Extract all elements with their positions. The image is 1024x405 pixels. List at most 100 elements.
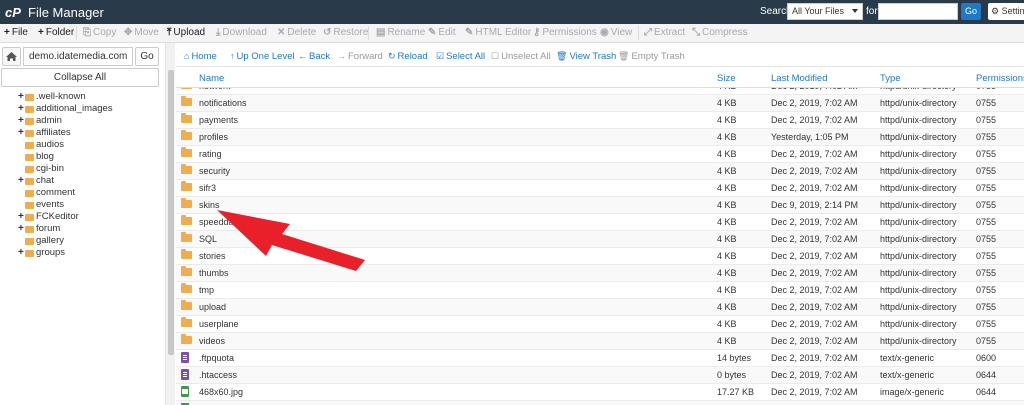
table-row[interactable]: thumbs 4 KB Dec 2, 2019, 7:02 AM httpd/unix… (176, 265, 1024, 282)
restore-button[interactable]: ↺ Restore (323, 27, 368, 38)
tree-item[interactable]: + groups (0, 247, 160, 259)
expand-plus-icon[interactable]: + (18, 103, 25, 115)
cell-modified: Dec 2, 2019, 7:02 AM (771, 234, 858, 244)
table-row[interactable]: speeddating 4 KB Dec 2, 2019, 7:02 AM httpd… (176, 214, 1024, 231)
table-row[interactable]: rating 4 KB Dec 2, 2019, 7:02 AM httpd/unix… (176, 146, 1024, 163)
up-one-level-button[interactable]: ↑ Up One Level (230, 51, 295, 62)
search-go-button[interactable]: Go (961, 3, 981, 20)
forward-button[interactable]: → Forward (337, 51, 383, 62)
table-row[interactable]: upload 4 KB Dec 2, 2019, 7:02 AM httpd/unix… (176, 299, 1024, 316)
collapse-all-button[interactable]: Collapse All (1, 68, 159, 87)
table-row[interactable]: 728x90.jpg22.06 KBDec 2, 2019, 7:02 AMim… (176, 401, 1024, 405)
plus-icon: + (38, 27, 44, 38)
cell-perm: 0755 (976, 302, 997, 312)
edit-button[interactable]: ✎ Edit (428, 27, 456, 38)
extract-button[interactable]: ⤢ Extract (644, 27, 685, 38)
cell-perm: 0755 (976, 115, 997, 125)
tree-item[interactable]: + FCKeditor (0, 211, 160, 223)
path-input[interactable]: demo.idatemedia.com (23, 47, 133, 66)
table-row[interactable]: tmp 4 KB Dec 2, 2019, 7:02 AM httpd/unix-di… (176, 282, 1024, 299)
table-header: Name Size Last Modified Type Permissions (176, 67, 1024, 88)
gear-icon: ⚙ (991, 6, 1000, 16)
upload-button[interactable]: ⤒ Upload (167, 27, 205, 38)
table-row[interactable]: profiles 4 KB Yesterday, 1:05 PM httpd/unix… (176, 129, 1024, 146)
table-row[interactable]: sifr3 4 KB Dec 2, 2019, 7:02 AM httpd/unix-… (176, 180, 1024, 197)
tree-item[interactable]: cgi-bin (0, 163, 160, 175)
expand-plus-icon[interactable]: + (18, 175, 25, 187)
select-all-button[interactable]: ☑ Select All (436, 51, 485, 62)
cell-size: 14 bytes (717, 353, 752, 363)
settings-button[interactable]: ⚙ Settings (988, 3, 1024, 20)
view-button[interactable]: ◉ View (600, 27, 632, 38)
expand-plus-icon[interactable]: + (18, 247, 25, 259)
expand-plus-icon[interactable]: + (18, 91, 25, 103)
table-row[interactable]: notifications 4 KB Dec 2, 2019, 7:02 AM htt… (176, 95, 1024, 112)
cell-perm: 0755 (976, 217, 997, 227)
download-button[interactable]: ⤓ Download (216, 27, 267, 38)
expand-plus-icon[interactable]: + (18, 223, 25, 235)
cell-size: 0 bytes (717, 370, 747, 380)
table-row[interactable]: security 4 KB Dec 2, 2019, 7:02 AM httpd/un… (176, 163, 1024, 180)
cell-perm: 0755 (976, 268, 997, 278)
search-input[interactable] (878, 3, 958, 20)
html-editor-button[interactable]: ✎ HTML Editor (465, 27, 531, 38)
tree-scrollbar[interactable] (165, 43, 175, 405)
table-row[interactable]: payments 4 KB Dec 2, 2019, 7:02 AM httpd/un… (176, 112, 1024, 129)
column-header-type[interactable]: Type (880, 73, 901, 84)
toolbar-divider (76, 26, 77, 40)
home-directory-button[interactable] (2, 47, 21, 66)
cell-size: 4 KB (717, 217, 737, 227)
rename-button[interactable]: ▤ Rename (376, 27, 425, 38)
tree-item[interactable]: gallery (0, 235, 160, 247)
home-nav-button[interactable]: ⌂ Home (184, 51, 217, 62)
table-row[interactable]: 468x60.jpg 17.27 KB Dec 2, 2019, 7:02 AM im… (176, 384, 1024, 401)
scrollbar-thumb[interactable] (168, 70, 174, 355)
expand-plus-icon[interactable]: + (18, 115, 25, 127)
path-go-button[interactable]: Go (135, 47, 159, 66)
move-button[interactable]: ✥ Move (124, 27, 159, 38)
column-header-permissions[interactable]: Permissions (976, 73, 1024, 84)
expand-plus-icon[interactable]: + (18, 211, 25, 223)
folder-icon (25, 154, 34, 161)
table-row[interactable]: SQL 4 KB Dec 2, 2019, 7:02 AM httpd/unix-di… (176, 231, 1024, 248)
new-file-button[interactable]: + File (4, 27, 28, 38)
tree-item[interactable]: blog (0, 151, 160, 163)
column-header-last-modified[interactable]: Last Modified (771, 73, 828, 84)
table-row[interactable]: .htaccess 0 bytes Dec 2, 2019, 7:02 AM text… (176, 367, 1024, 384)
column-header-size[interactable]: Size (717, 73, 735, 84)
permissions-button[interactable]: ⚷ Permissions (533, 27, 597, 38)
reload-button[interactable]: ↻ Reload (388, 51, 428, 62)
cell-modified: Dec 2, 2019, 7:02 AM (771, 251, 858, 261)
tree-item[interactable]: + affiliates (0, 127, 160, 139)
tree-item[interactable]: audios (0, 139, 160, 151)
tree-item[interactable]: + .well-known (0, 91, 160, 103)
copy-button[interactable]: ⎘ Copy (83, 27, 116, 38)
compress-button[interactable]: ⤡ Compress (692, 27, 748, 38)
table-row[interactable]: skins 4 KB Dec 9, 2019, 2:14 PM httpd/unix-… (176, 197, 1024, 214)
expand-plus-icon[interactable]: + (18, 127, 25, 139)
view-trash-button[interactable]: 🗑 View Trash (556, 51, 616, 62)
delete-button[interactable]: ✕ Delete (277, 27, 316, 38)
checkbox-empty-icon: ☐ (491, 51, 500, 61)
tree-item[interactable]: events (0, 199, 160, 211)
table-row[interactable]: videos 4 KB Dec 2, 2019, 7:02 AM httpd/unix… (176, 333, 1024, 350)
settings-label: Settings (1001, 6, 1024, 16)
empty-trash-button[interactable]: 🗑 Empty Trash (618, 51, 685, 62)
table-row[interactable]: .ftpquota 14 bytes Dec 2, 2019, 7:02 AM tex… (176, 350, 1024, 367)
table-row[interactable]: userplane 4 KB Dec 2, 2019, 7:02 AM httpd/u… (176, 316, 1024, 333)
cell-perm: 0644 (976, 370, 997, 380)
new-folder-button[interactable]: + Folder (38, 27, 74, 38)
tree-item[interactable]: + forum (0, 223, 160, 235)
column-header-name[interactable]: Name (199, 73, 224, 84)
unselect-all-button[interactable]: ☐ Unselect All (491, 51, 551, 62)
back-button[interactable]: ← Back (298, 51, 330, 62)
cell-type: httpd/unix-directory (880, 251, 957, 261)
table-row[interactable]: stories 4 KB Dec 2, 2019, 7:02 AM httpd/uni… (176, 248, 1024, 265)
folder-icon (25, 250, 34, 257)
tree-item[interactable]: comment (0, 187, 160, 199)
tree-item[interactable]: + admin (0, 115, 160, 127)
cell-type: httpd/unix-directory (880, 166, 957, 176)
tree-item[interactable]: + additional_images (0, 103, 160, 115)
search-scope-select[interactable]: All Your Files (787, 3, 863, 20)
tree-item[interactable]: + chat (0, 175, 160, 187)
